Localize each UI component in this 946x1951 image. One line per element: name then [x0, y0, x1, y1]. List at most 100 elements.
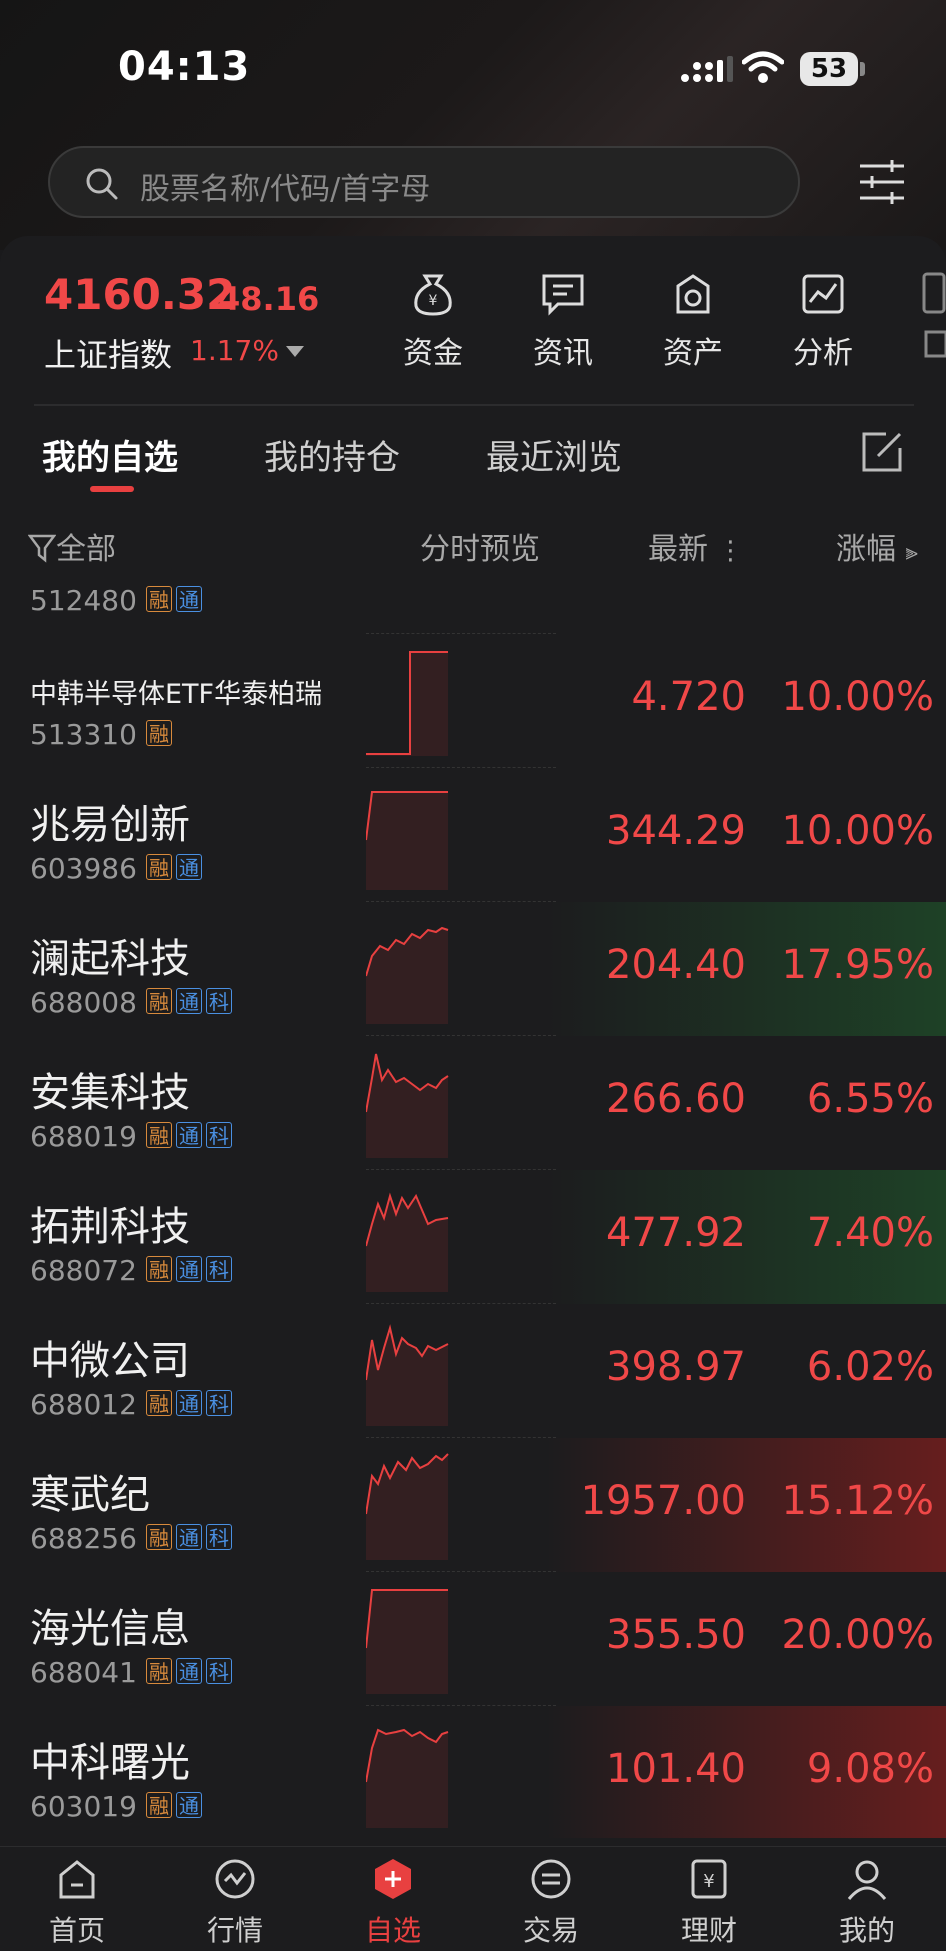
intraday-sparkline: [366, 791, 448, 890]
index-name[interactable]: 上证指数: [44, 330, 172, 376]
nav-home[interactable]: 首页: [22, 1857, 132, 1949]
column-latest-label: 最新: [648, 532, 708, 567]
status-bar: 04:13 53: [0, 0, 946, 140]
nav-trade[interactable]: 交易: [496, 1857, 606, 1949]
svg-text:¥: ¥: [703, 1871, 714, 1892]
nav-watchlist[interactable]: 自选: [338, 1857, 448, 1949]
sparkline-fill: [366, 1730, 448, 1828]
stock-code: 688008: [30, 986, 137, 1019]
watchlist[interactable]: 512480 融通 中韩半导体ETF华泰柏瑞 513310 融 4.720 10.00%…: [0, 572, 946, 1838]
profile-icon: [847, 1860, 887, 1900]
home-icon: [59, 1860, 95, 1899]
tab-recently-viewed[interactable]: 最近浏览: [486, 430, 622, 479]
sparkline-fill: [366, 1054, 448, 1158]
stock-tag: 融: [146, 1390, 172, 1416]
stock-name: 安集科技: [30, 1070, 190, 1116]
intraday-sparkline: [366, 1728, 449, 1828]
column-preview: 分时预览: [420, 532, 540, 567]
stock-tags: 融通科: [146, 1390, 236, 1416]
column-latest[interactable]: 最新 ⋮: [648, 524, 744, 568]
stock-code: 603019: [30, 1790, 137, 1823]
stock-tag: 通: [176, 1658, 202, 1684]
search-icon: [86, 168, 118, 200]
list-item[interactable]: 兆易创新 603986 融通 344.29 10.00%: [0, 768, 946, 902]
index-change: 48.16: [218, 280, 320, 318]
nav-label: 行情: [206, 1914, 263, 1947]
list-item[interactable]: 海光信息 688041 融通科 355.50 20.00%: [0, 1572, 946, 1706]
search-input[interactable]: 股票名称/代码/首字母: [48, 146, 800, 218]
analysis-icon: [802, 274, 844, 314]
battery-indicator: 53: [800, 52, 858, 86]
stock-price: 101.40: [606, 1746, 746, 1792]
stock-price: 4.720: [631, 674, 746, 720]
index-change-pct: 1.17%: [190, 334, 279, 367]
list-item[interactable]: 寒武纪 688256 融通科 1957.00 15.12%: [0, 1438, 946, 1572]
stock-name: 中微公司: [30, 1338, 190, 1384]
list-item[interactable]: 澜起科技 688008 融通科 204.40 17.95%: [0, 902, 946, 1036]
stock-tags: 融通科: [146, 1658, 236, 1684]
list-item[interactable]: 512480 融通: [0, 572, 946, 634]
stock-tag: 通: [176, 854, 202, 880]
list-item[interactable]: 拓荆科技 688072 融通科 477.92 7.40%: [0, 1170, 946, 1304]
nav-market[interactable]: 行情: [180, 1857, 290, 1949]
stock-tag: 科: [206, 1122, 232, 1148]
more-actions-icon[interactable]: [920, 272, 946, 362]
stock-change-pct: 15.12%: [781, 1478, 934, 1524]
stock-change-pct: 9.08%: [806, 1746, 934, 1792]
stock-price: 477.92: [606, 1210, 746, 1256]
list-item[interactable]: 安集科技 688019 融通科 266.60 6.55%: [0, 1036, 946, 1170]
stock-code: 688019: [30, 1120, 137, 1153]
stock-name: 寒武纪: [30, 1472, 150, 1518]
stock-code: 512480: [30, 584, 137, 617]
stock-code: 688041: [30, 1656, 137, 1689]
sparkline-fill: [366, 652, 448, 756]
wifi-icon: [742, 51, 784, 83]
stock-change-pct: 10.00%: [781, 808, 934, 854]
stock-name: 中韩半导体ETF华泰柏瑞: [30, 679, 323, 710]
column-filter-all[interactable]: 全部: [27, 524, 116, 568]
stock-tag: 融: [146, 1524, 172, 1550]
filter-icon: [27, 534, 57, 563]
stock-tag: 科: [206, 1658, 232, 1684]
stock-tag: 通: [176, 1256, 202, 1282]
column-change-label: 涨幅: [836, 532, 896, 567]
sparkline-fill: [366, 1590, 448, 1694]
stock-code: 688072: [30, 1254, 137, 1287]
stock-name: 中科曙光: [30, 1740, 190, 1786]
column-change[interactable]: 涨幅 ⫸: [836, 524, 918, 568]
stock-change-pct: 10.00%: [781, 674, 934, 720]
intraday-sparkline: [366, 651, 448, 756]
tab-my-holdings[interactable]: 我的持仓: [264, 430, 400, 479]
sparkline-fill: [366, 1196, 448, 1292]
quick-action-news[interactable]: 资讯: [518, 272, 608, 372]
stock-tag: 融: [146, 1792, 172, 1818]
nav-profile[interactable]: 我的: [812, 1857, 922, 1949]
list-item[interactable]: 中微公司 688012 融通科 398.97 6.02%: [0, 1304, 946, 1438]
section-divider: [34, 404, 914, 406]
index-dropdown-icon[interactable]: [286, 346, 304, 357]
filter-settings-icon[interactable]: [858, 158, 906, 206]
quick-action-assets[interactable]: 资产: [648, 272, 738, 372]
stock-tag: 科: [206, 988, 232, 1014]
tab-my-watchlist[interactable]: 我的自选: [42, 430, 178, 479]
quick-action-analysis[interactable]: 分析: [778, 272, 868, 372]
edit-icon[interactable]: [860, 430, 904, 474]
quick-action-funds[interactable]: ¥ 资金: [388, 272, 478, 372]
stock-change-pct: 6.02%: [806, 1344, 934, 1390]
list-item[interactable]: 中韩半导体ETF华泰柏瑞 513310 融 4.720 10.00%: [0, 634, 946, 768]
list-item[interactable]: 中科曙光 603019 融通 101.40 9.08%: [0, 1706, 946, 1838]
nav-label: 理财: [680, 1914, 737, 1947]
quick-action-label: 资产: [663, 336, 723, 371]
stock-name: 澜起科技: [30, 936, 190, 982]
nav-wealth[interactable]: ¥ 理财: [654, 1857, 764, 1949]
index-value[interactable]: 4160.32: [44, 270, 235, 319]
intraday-sparkline: [366, 1324, 449, 1426]
column-all-label: 全部: [56, 532, 116, 567]
stock-tags: 融通: [146, 586, 206, 612]
stock-tag: 通: [176, 1122, 202, 1148]
stock-tag: 融: [146, 988, 172, 1014]
stock-tags: 融通科: [146, 1256, 236, 1282]
stock-code: 688256: [30, 1522, 137, 1555]
intraday-sparkline: [366, 1053, 449, 1158]
sparkline-fill: [366, 928, 448, 1024]
